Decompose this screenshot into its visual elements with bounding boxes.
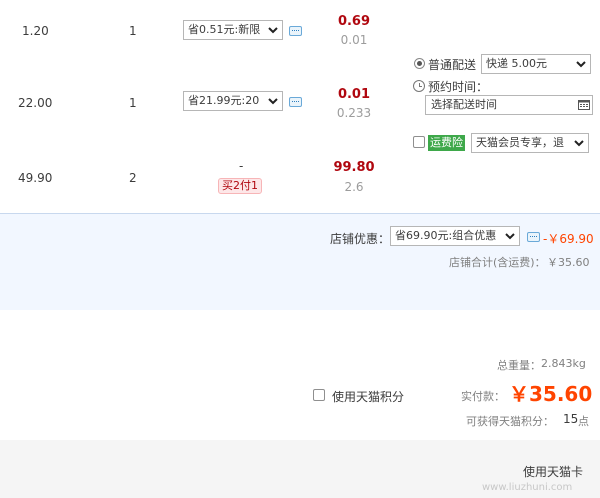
row-1-quantity: 1 <box>129 24 137 38</box>
pay-label: 实付款： <box>461 390 505 403</box>
delivery-option-label: 普通配送 <box>428 58 477 72</box>
chevron-down-icon <box>576 61 586 68</box>
shop-discount-label: 店铺优惠： <box>330 232 391 246</box>
chevron-down-icon <box>268 27 278 34</box>
row-3-promo-tag: 买2付1 <box>218 178 262 194</box>
shop-discount-select[interactable]: 省69.90元:组合优惠 <box>390 226 520 246</box>
insurance-badge: 运费险 <box>428 135 465 151</box>
row-1-promo-value: 省0.51元:新限 <box>188 23 261 36</box>
row-1-weight: 0.01 <box>340 33 368 47</box>
chevron-down-icon <box>574 140 584 147</box>
chevron-down-icon <box>505 233 515 240</box>
points-unit: 点 <box>578 415 589 428</box>
row-2-promo-value: 省21.99元:20 <box>188 94 260 107</box>
shop-total-value: ￥35.60 <box>547 256 590 269</box>
row-1-promo-select[interactable]: 省0.51元:新限 <box>183 20 283 40</box>
chat-icon[interactable] <box>289 97 302 107</box>
pay-amount: ￥35.60 <box>509 382 593 406</box>
insurance-checkbox[interactable] <box>413 136 425 148</box>
chevron-down-icon <box>268 98 278 105</box>
delivery-time-placeholder: 选择配送时间 <box>431 98 497 111</box>
shop-total-label: 店铺合计(含运费)： <box>449 256 546 269</box>
delivery-time-input[interactable]: 选择配送时间 <box>425 95 593 115</box>
clock-icon <box>413 80 425 92</box>
delivery-select-value: 快递 5.00元 <box>486 57 547 70</box>
calendar-icon[interactable] <box>578 99 590 110</box>
row-2-subtotal: 0.01 <box>337 87 371 102</box>
row-2-unit-price: 22.00 <box>18 96 53 110</box>
total-weight-value: 2.843kg <box>541 357 586 370</box>
shop-discount-value: 省69.90元:组合优惠 <box>395 229 497 242</box>
total-weight-label: 总重量： <box>497 359 541 372</box>
chat-icon[interactable] <box>527 232 540 242</box>
chat-icon[interactable] <box>289 26 302 36</box>
insurance-select-value: 天猫会员专享，退 <box>476 136 564 149</box>
row-3-promo-none: - <box>239 159 244 173</box>
delivery-radio[interactable] <box>414 58 425 69</box>
row-3-quantity: 2 <box>129 171 137 185</box>
points-earn-value: 15 <box>563 412 579 426</box>
insurance-select[interactable]: 天猫会员专享，退 <box>471 133 589 153</box>
use-points-label[interactable]: 使用天猫积分 <box>332 388 404 405</box>
use-tmall-card-label[interactable]: 使用天猫卡 <box>523 463 583 480</box>
row-1-unit-price: 1.20 <box>22 24 49 38</box>
use-points-checkbox[interactable] <box>313 389 325 401</box>
points-earn-label: 可获得天猫积分： <box>466 415 554 428</box>
row-3-weight: 2.6 <box>344 180 364 194</box>
delivery-select[interactable]: 快递 5.00元 <box>481 54 591 74</box>
row-2-weight: 0.233 <box>336 106 372 120</box>
delivery-time-label: 预约时间： <box>428 80 489 94</box>
row-3-unit-price: 49.90 <box>18 171 53 185</box>
row-2-quantity: 1 <box>129 96 137 110</box>
shop-discount-amount: -￥69.90 <box>543 232 594 246</box>
row-3-subtotal: 99.80 <box>333 160 375 175</box>
row-2-promo-select[interactable]: 省21.99元:20 <box>183 91 283 111</box>
watermark: www.liuzhuni.com <box>482 482 573 493</box>
row-1-subtotal: 0.69 <box>337 14 371 29</box>
